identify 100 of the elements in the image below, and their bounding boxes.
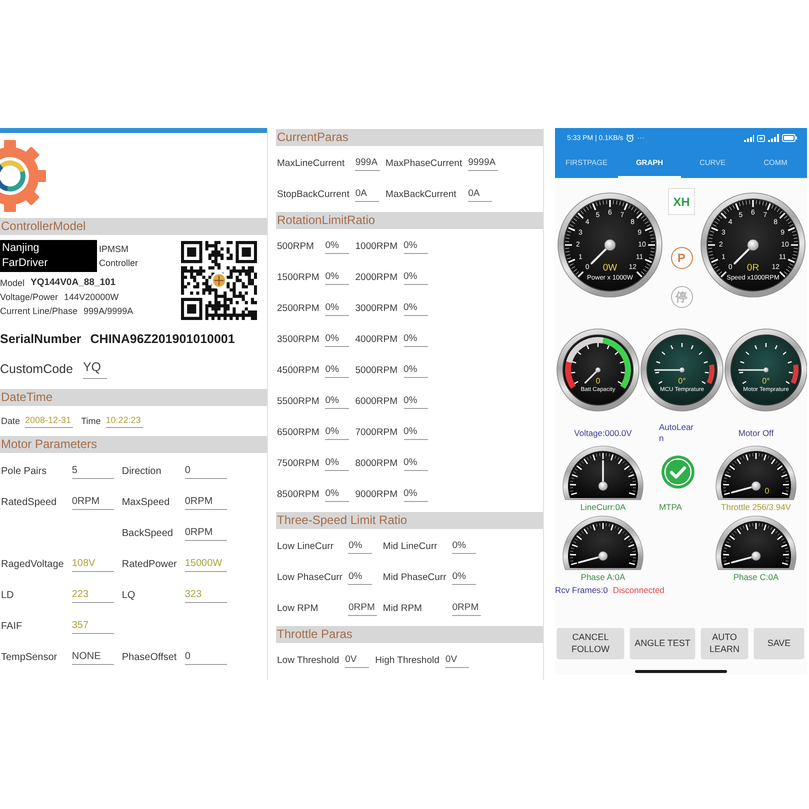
value-field[interactable]: 0% — [325, 488, 350, 502]
action-button[interactable]: ANGLE TEST — [630, 628, 695, 658]
field-label: LQ — [122, 590, 136, 601]
gauge-label: Voltage:000.0V — [574, 428, 632, 438]
field-label: Low RPM — [277, 603, 320, 614]
action-button[interactable]: AUTO LEARN — [701, 628, 748, 658]
field-label: 500RPM — [277, 241, 315, 252]
value-field[interactable]: 5 — [72, 464, 114, 478]
field-label: Low Threshold — [277, 655, 340, 666]
signal-bars-icon — [744, 134, 754, 142]
field-label: 6500RPM — [277, 427, 320, 438]
field-label: 7000RPM — [355, 427, 398, 438]
value-field[interactable]: 0RPM — [184, 526, 227, 540]
gauge-needle — [578, 551, 608, 564]
field-label: 2000RPM — [355, 272, 398, 283]
gauge-reading: 0° — [678, 376, 686, 386]
field-label: LD — [1, 590, 15, 601]
value-field[interactable]: 0% — [325, 364, 350, 378]
field-label: 5500RPM — [277, 396, 320, 407]
value-field[interactable]: 0RPM — [184, 496, 227, 510]
field-label: 3500RPM — [277, 334, 320, 345]
network-badge-icon — [757, 134, 765, 142]
value-field[interactable]: 0% — [325, 426, 350, 440]
value-field[interactable]: 0% — [404, 332, 428, 346]
field-label: 4500RPM — [277, 365, 320, 376]
value-field[interactable]: 0RPM — [72, 496, 114, 510]
spec-value: YQ144V0A_88_101 — [30, 276, 116, 290]
frames-counter: Rcv Frames:0 — [555, 584, 608, 596]
value-field[interactable]: 0V — [345, 654, 370, 668]
field-label: High Threshold — [375, 655, 440, 666]
field-label: RagedVoltage — [1, 559, 64, 570]
field-label: PhaseOffset — [122, 652, 177, 663]
field-label: MaxPhaseCurrent — [386, 158, 462, 169]
field-label: Direction — [122, 466, 162, 477]
value-field[interactable]: 0% — [325, 240, 350, 254]
signal-bars-icon — [768, 134, 779, 142]
value-field[interactable]: 0A — [468, 188, 492, 202]
section-header: DateTime — [0, 389, 267, 406]
spec-value: 999A/9999A — [84, 305, 134, 318]
field-label: 5000RPM — [355, 365, 398, 376]
value-field[interactable]: 0% — [452, 540, 476, 554]
section-header: Throttle Paras — [276, 626, 543, 643]
section-header: RotationLimitRatio — [276, 212, 543, 229]
value-field[interactable]: 0% — [325, 270, 350, 284]
value-field[interactable]: 0% — [325, 394, 350, 408]
action-button[interactable]: CANCEL FOLLOW — [557, 628, 624, 658]
field-label: 6000RPM — [355, 396, 398, 407]
spec-value: 144V20000W — [64, 291, 119, 304]
value-field[interactable]: 0% — [325, 302, 350, 316]
value-field[interactable]: 0% — [404, 364, 428, 378]
value-field[interactable]: 0% — [348, 540, 372, 554]
field-label: StopBackCurrent — [277, 189, 350, 200]
gauge-label: LineCurr:0A — [580, 502, 626, 512]
value-field[interactable]: 0% — [404, 456, 428, 470]
value-field[interactable]: 0RPM — [452, 602, 481, 616]
value-field[interactable]: 0 — [184, 650, 227, 664]
field-label: 4000RPM — [355, 334, 398, 345]
value-field[interactable]: 0% — [404, 270, 428, 284]
section-header: Motor Parameters — [0, 436, 267, 453]
value-field[interactable]: 0RPM — [348, 602, 377, 616]
value-field[interactable]: 0% — [404, 394, 428, 408]
field-label: Low PhaseCurr — [277, 572, 342, 583]
controller-type: IPMSM Controller — [98, 243, 140, 270]
value-field[interactable]: 0% — [404, 240, 428, 254]
field-label: 1000RPM — [355, 241, 398, 252]
value-field[interactable]: 999A — [355, 156, 380, 170]
value-field[interactable]: 0% — [348, 570, 372, 584]
value-field[interactable]: 0% — [404, 302, 428, 316]
field-label: MaxLineCurrent — [277, 158, 346, 169]
status-indicator: 停 — [670, 286, 692, 308]
field-label: 8500RPM — [277, 489, 320, 500]
value-field[interactable]: 0% — [452, 570, 476, 584]
value-field[interactable]: NONE — [72, 650, 114, 664]
qr-code-icon — [181, 241, 257, 320]
value-field[interactable]: 0A — [355, 188, 380, 202]
value-field[interactable]: 0% — [404, 488, 428, 502]
gauge-needle — [654, 368, 684, 372]
value-field[interactable]: 0% — [404, 426, 428, 440]
value-field[interactable]: 0V — [445, 654, 470, 668]
field-label: Mid PhaseCurr — [382, 572, 446, 583]
field-label: 3000RPM — [355, 303, 398, 314]
gauge-needle — [590, 239, 616, 264]
spec-label: Voltage/Power — [0, 291, 58, 304]
value-field[interactable]: 0% — [325, 456, 350, 470]
value-field[interactable]: 0 — [184, 464, 227, 478]
field-label: Mid RPM — [382, 603, 423, 614]
gauge-needle — [734, 239, 759, 264]
field-label: 9000RPM — [355, 489, 398, 500]
field-label: FAIF — [1, 621, 24, 632]
field-label: MaxBackCurrent — [386, 189, 458, 200]
value-field[interactable]: YQ — [82, 358, 107, 379]
alarm-clock-icon — [626, 134, 634, 142]
field-label: TempSensor — [1, 652, 58, 663]
action-button[interactable]: SAVE — [754, 628, 804, 658]
value-field[interactable]: 9999A — [468, 156, 498, 170]
value-field[interactable]: 0% — [325, 332, 350, 346]
section-header: Three-Speed Limit Ratio — [276, 512, 543, 529]
section-header: CurrentParas — [276, 129, 543, 146]
status-indicator: P — [670, 247, 692, 269]
field-label: BackSpeed — [122, 528, 174, 539]
